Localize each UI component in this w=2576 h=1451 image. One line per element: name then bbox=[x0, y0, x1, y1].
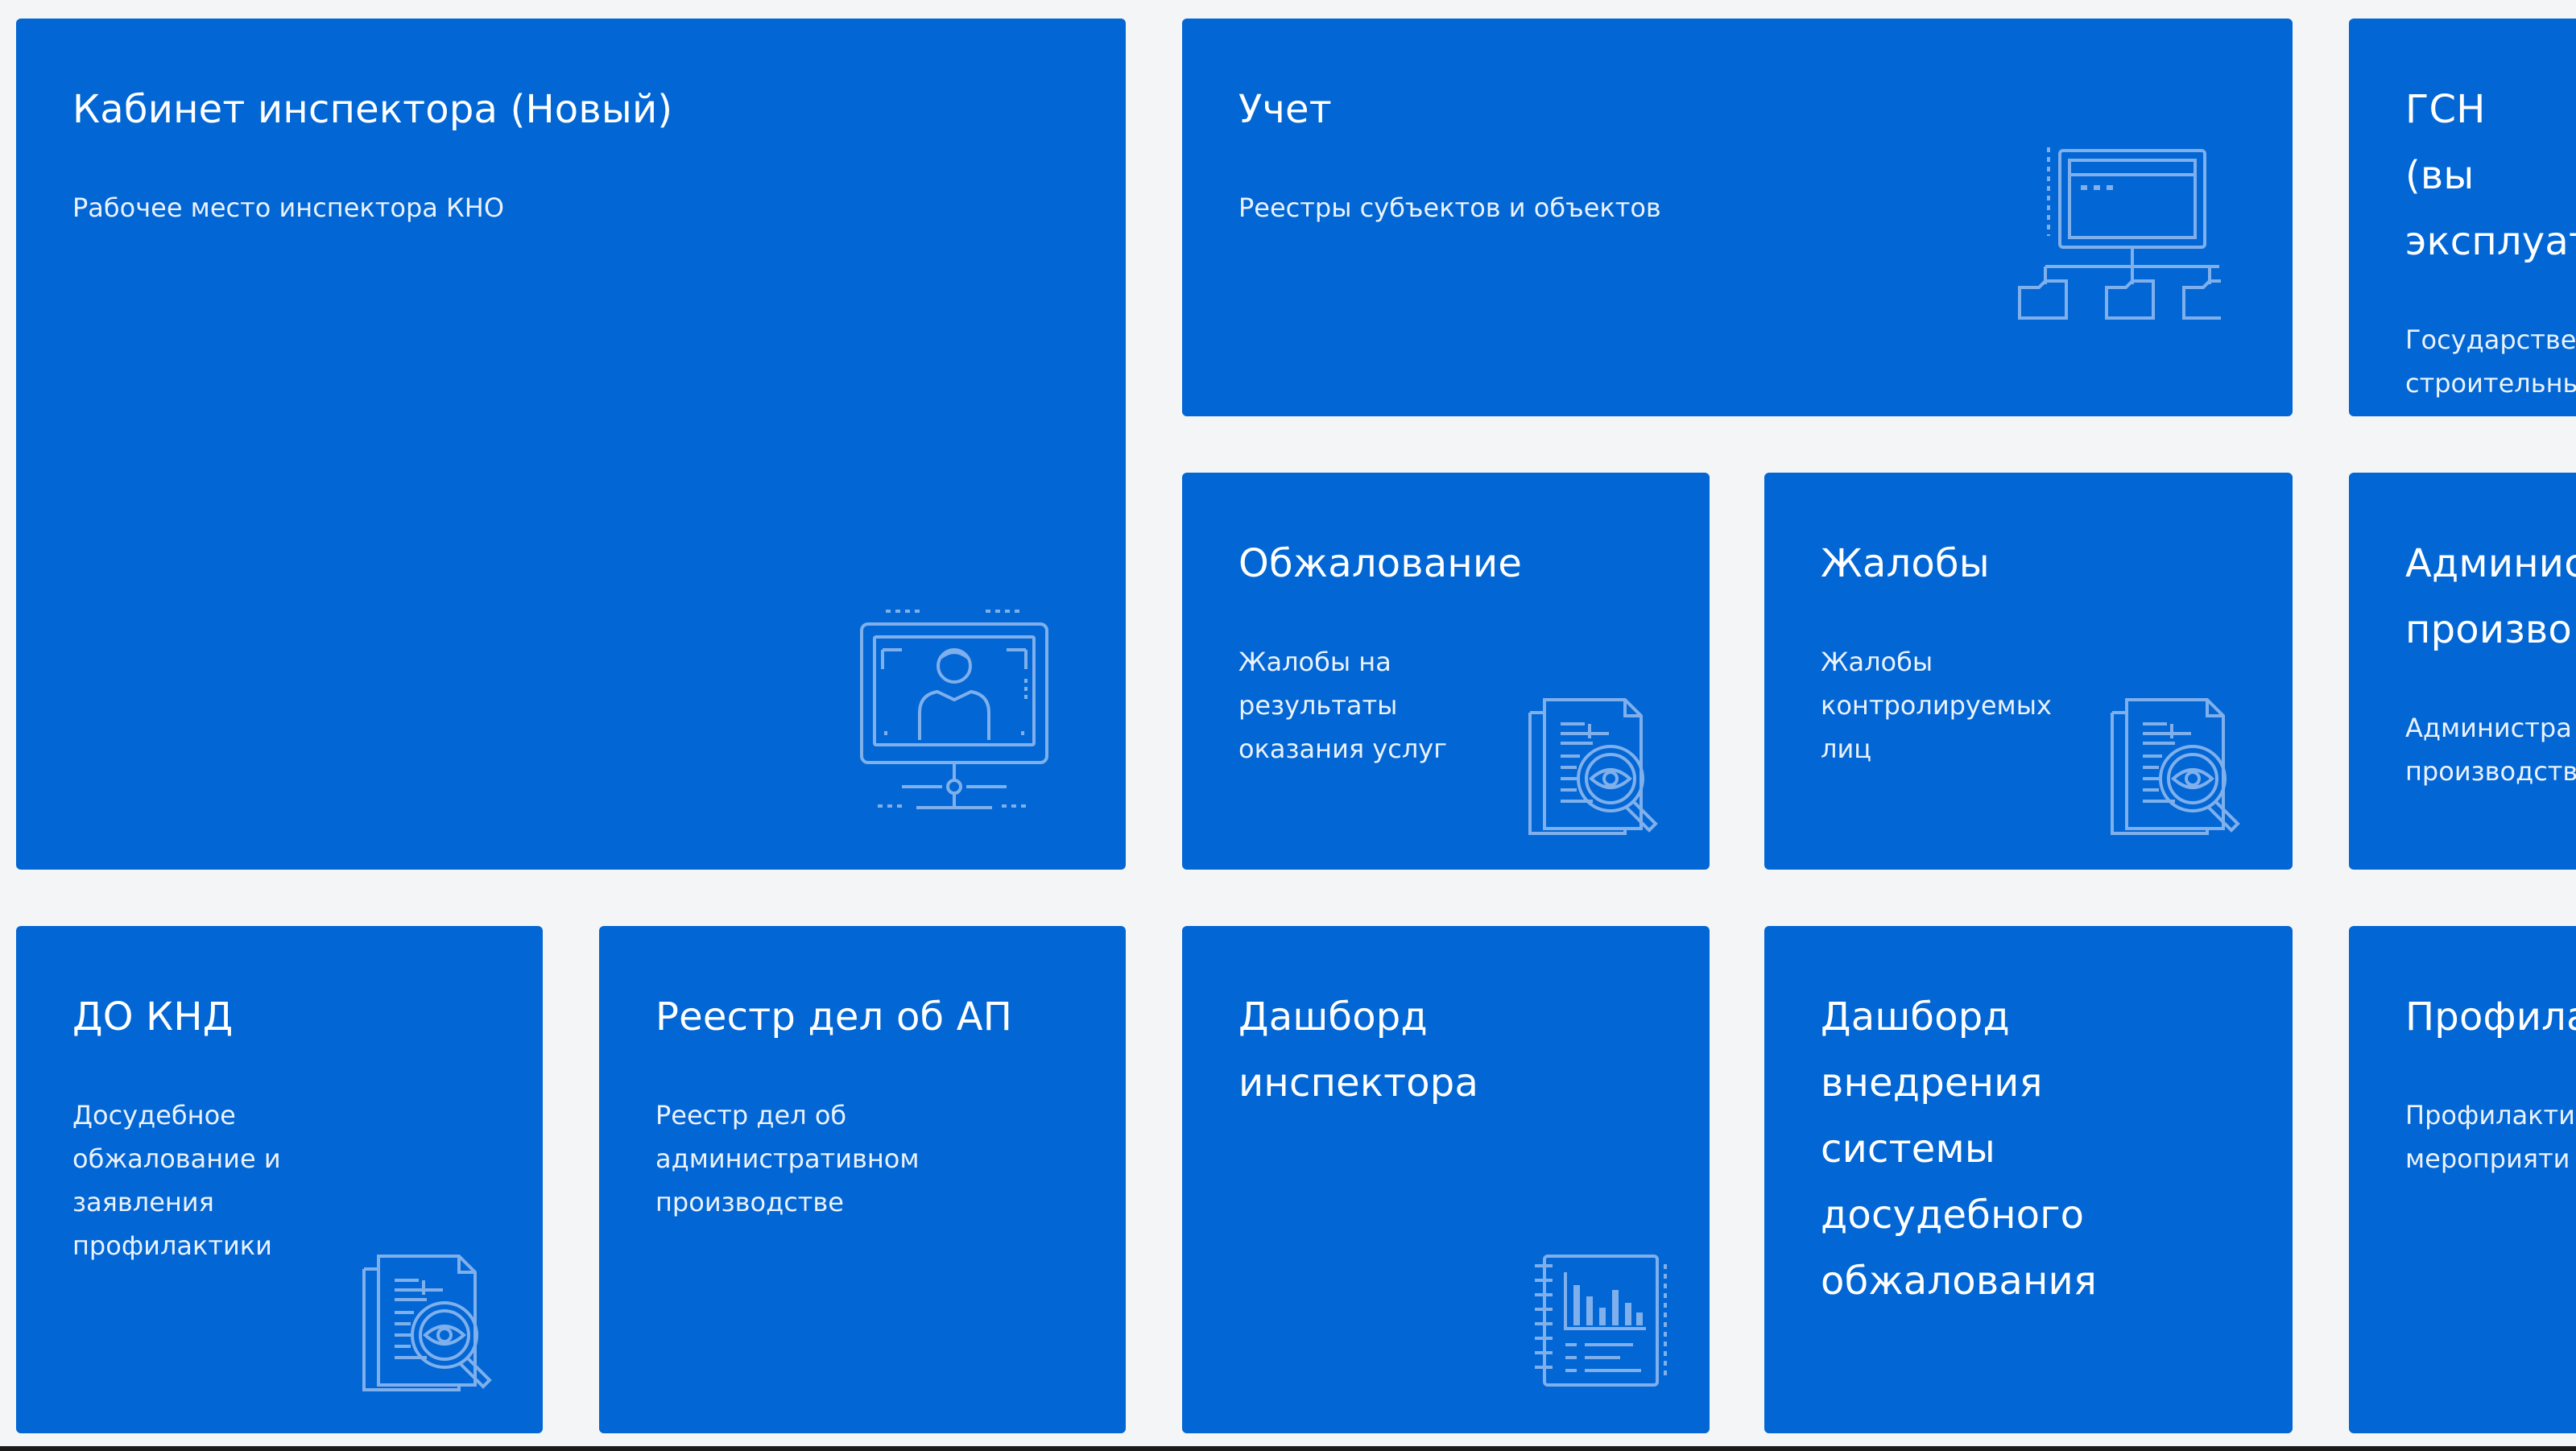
tile-obzhalovanie[interactable]: Обжалование Жалобы на результаты оказани… bbox=[1182, 473, 1710, 870]
tile-gsn[interactable]: ГСН (вы эксплуат Государстве строительны… bbox=[2349, 19, 2576, 416]
tile-reestr-ap[interactable]: Реестр дел об АП Реестр дел об администр… bbox=[599, 926, 1126, 1433]
tile-do-knd[interactable]: ДО КНД Досудебное обжалование и заявлени… bbox=[16, 926, 543, 1433]
tile-zhaloby[interactable]: Жалобы Жалобы контролируемых лиц bbox=[1764, 473, 2293, 870]
tile-title: Обжалование bbox=[1238, 541, 1523, 586]
tile-description: Государстве строительны надзор bbox=[2405, 325, 2576, 416]
tile-title: Профила bbox=[2405, 994, 2576, 1040]
tile-title: ГСН (вы эксплуат bbox=[2405, 87, 2576, 264]
tile-uchet[interactable]: Учет Реестры субъектов и объектов bbox=[1182, 19, 2293, 416]
tile-description: Рабочее место инспектора КНО bbox=[72, 192, 505, 223]
tile-title: Учет bbox=[1238, 87, 1332, 132]
tile-admin-proizvodstvo[interactable]: Админис произво Администра производств bbox=[2349, 473, 2576, 870]
tile-dashboard-do[interactable]: Дашборд внедрения системы досудебного об… bbox=[1764, 926, 2293, 1433]
tile-title: Админис произво bbox=[2405, 541, 2576, 652]
tile-title: Реестр дел об АП bbox=[655, 994, 1013, 1040]
tile-title: Дашборд внедрения системы досудебного об… bbox=[1821, 994, 2098, 1304]
tile-title: Дашборд инспектора bbox=[1238, 994, 1479, 1106]
tile-title: ДО КНД bbox=[72, 994, 234, 1040]
tile-profilaktika[interactable]: Профила Профилакти мероприяти bbox=[2349, 926, 2576, 1433]
document-search-icon bbox=[354, 1240, 507, 1393]
monitor-user-icon bbox=[846, 582, 1063, 824]
tile-title: Кабинет инспектора (Новый) bbox=[72, 87, 673, 132]
tile-title: Жалобы bbox=[1821, 541, 1990, 586]
tile-description: Администра производств bbox=[2405, 713, 2576, 787]
tile-description: Профилакти мероприяти bbox=[2405, 1100, 2575, 1174]
document-search-icon bbox=[2103, 684, 2256, 837]
document-search-icon bbox=[1520, 684, 1673, 837]
tile-description: Реестр дел об административном производс… bbox=[655, 1100, 920, 1217]
registry-folders-icon bbox=[2012, 139, 2221, 341]
tile-dashboard-inspector[interactable]: Дашборд инспектора bbox=[1182, 926, 1710, 1433]
tile-inspector-cabinet[interactable]: Кабинет инспектора (Новый) Рабочее место… bbox=[16, 19, 1126, 870]
chart-notebook-icon bbox=[1520, 1248, 1673, 1393]
bottom-border bbox=[0, 1446, 2576, 1451]
